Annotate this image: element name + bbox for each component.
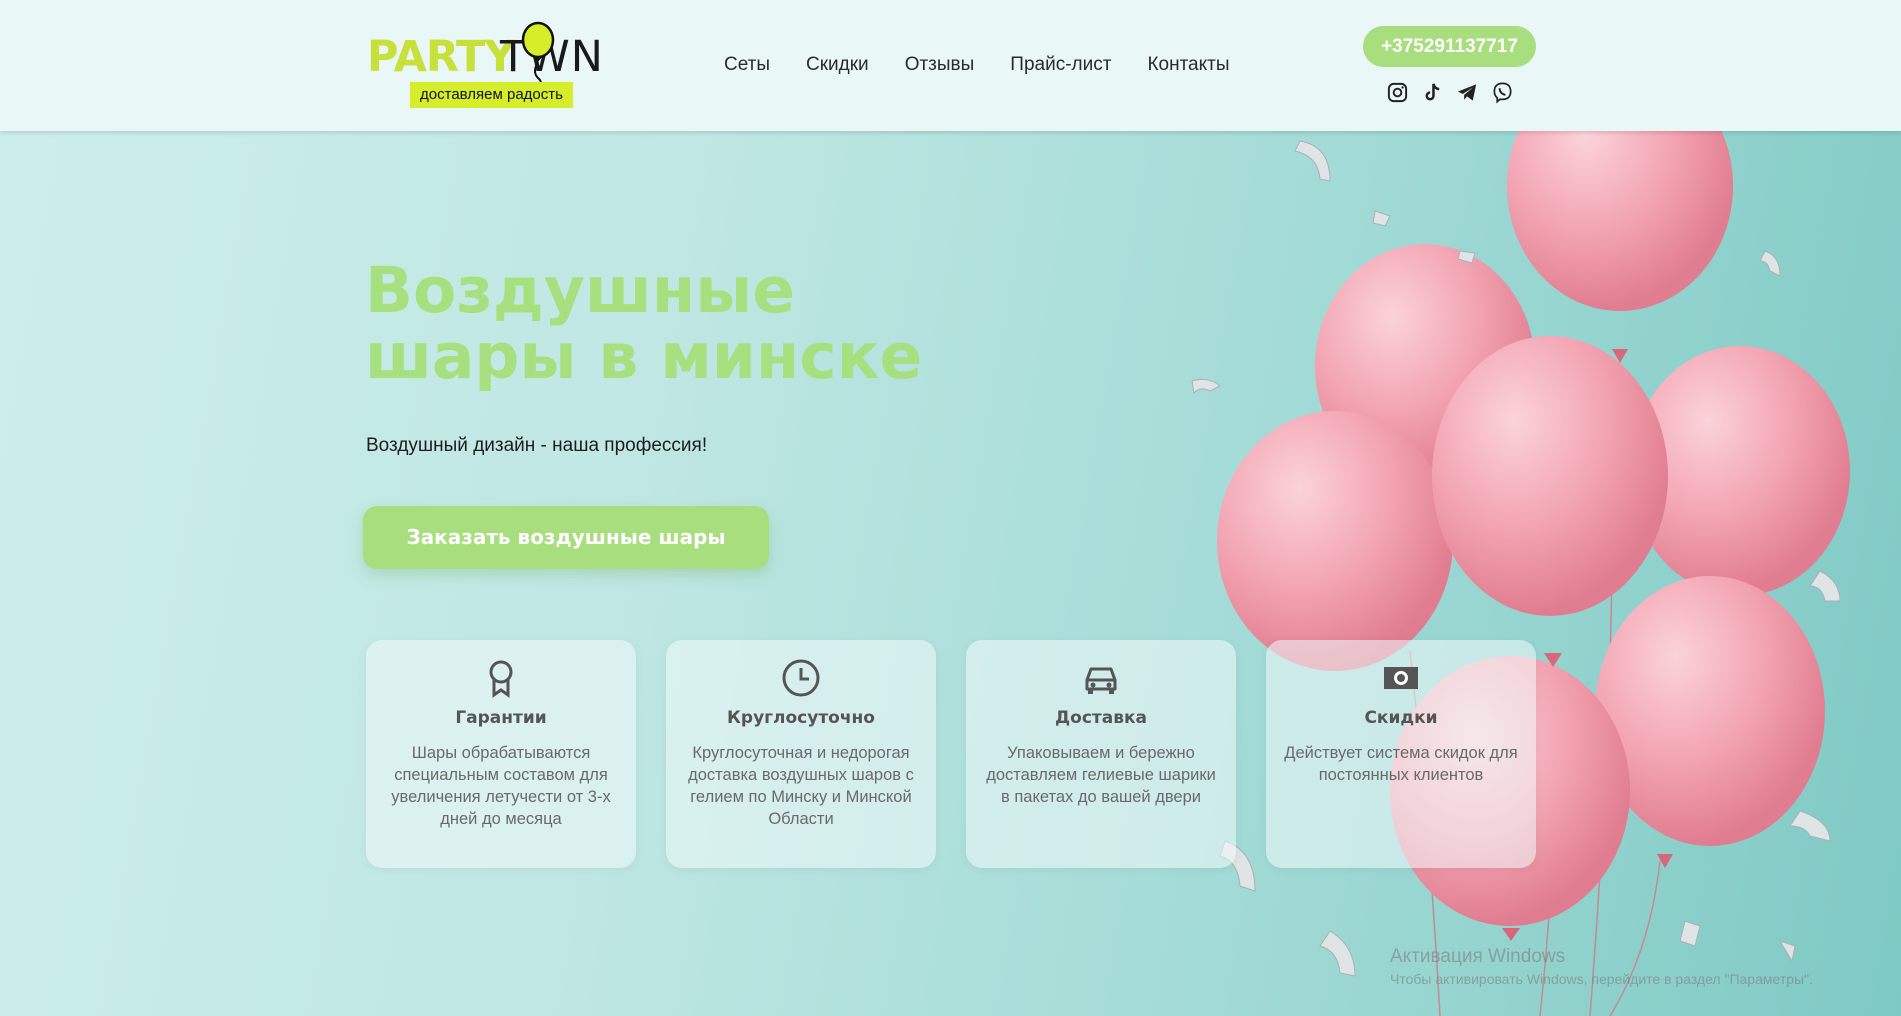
feature-text: Шары обрабатываются специальным составом… bbox=[391, 744, 611, 828]
logo[interactable]: PARTY TWN доставляем радость bbox=[365, 18, 625, 112]
nav-item-reviews[interactable]: Отзывы bbox=[905, 54, 975, 76]
feature-text: Круглосуточная и недорогая доставка возд… bbox=[688, 744, 914, 828]
viber-icon[interactable] bbox=[1491, 81, 1514, 104]
award-icon bbox=[489, 660, 513, 698]
balloons-image bbox=[1191, 131, 1850, 1016]
nav-item-price-list[interactable]: Прайс-лист bbox=[1010, 54, 1111, 76]
nav-item-contacts[interactable]: Контакты bbox=[1147, 54, 1229, 76]
logo-part-party: PARTY bbox=[367, 32, 515, 82]
feature-card-24h: Круглосуточно Круглосуточная и недорогая… bbox=[666, 640, 936, 868]
balloon-logo-icon bbox=[521, 21, 555, 86]
feature-text: Упаковываем и бережно доставляем гелиевы… bbox=[986, 744, 1216, 806]
feature-title: Круглосуточно bbox=[727, 708, 875, 728]
site-header: PARTY TWN доставляем радость Сеты Скидки… bbox=[0, 0, 1901, 131]
hero-subtitle: Воздушный дизайн - наша профессия! bbox=[366, 435, 708, 456]
feature-text: Действует система скидок для постоянных … bbox=[1284, 744, 1518, 784]
feature-card-discounts: Скидки Действует система скидок для пост… bbox=[1266, 640, 1536, 868]
watermark-title: Активация Windows bbox=[1390, 946, 1566, 967]
car-icon bbox=[1085, 667, 1117, 694]
social-links bbox=[1386, 81, 1514, 104]
nav-item-discounts[interactable]: Скидки bbox=[806, 54, 869, 76]
clock-icon bbox=[782, 659, 820, 697]
logo-tagline: доставляем радость bbox=[410, 82, 573, 108]
watermark-text: Чтобы активировать Windows, перейдите в … bbox=[1390, 971, 1813, 987]
instagram-icon[interactable] bbox=[1386, 81, 1409, 104]
hero-title: Воздушные шары в минске bbox=[365, 258, 965, 390]
feature-card-guarantee: Гарантии Шары обрабатываются специальным… bbox=[366, 640, 636, 868]
telegram-icon[interactable] bbox=[1456, 81, 1479, 104]
feature-title: Доставка bbox=[1055, 708, 1147, 728]
phone-button[interactable]: +375291137717 bbox=[1363, 26, 1536, 67]
money-icon bbox=[1384, 667, 1418, 689]
hero-title-line-1: Воздушные bbox=[365, 254, 795, 327]
feature-card-delivery: Доставка Упаковываем и бережно доставляе… bbox=[966, 640, 1236, 868]
tiktok-icon[interactable] bbox=[1421, 81, 1444, 104]
main-nav: Сеты Скидки Отзывы Прайс-лист Контакты bbox=[724, 54, 1230, 76]
nav-item-sets[interactable]: Сеты bbox=[724, 54, 770, 76]
feature-title: Скидки bbox=[1364, 708, 1438, 728]
windows-activation-watermark: Активация Windows Чтобы активировать Win… bbox=[1390, 946, 1813, 987]
hero-title-line-2: шары в минске bbox=[365, 320, 923, 393]
feature-title: Гарантии bbox=[455, 708, 547, 728]
order-balloons-button[interactable]: Заказать воздушные шары bbox=[363, 506, 769, 569]
